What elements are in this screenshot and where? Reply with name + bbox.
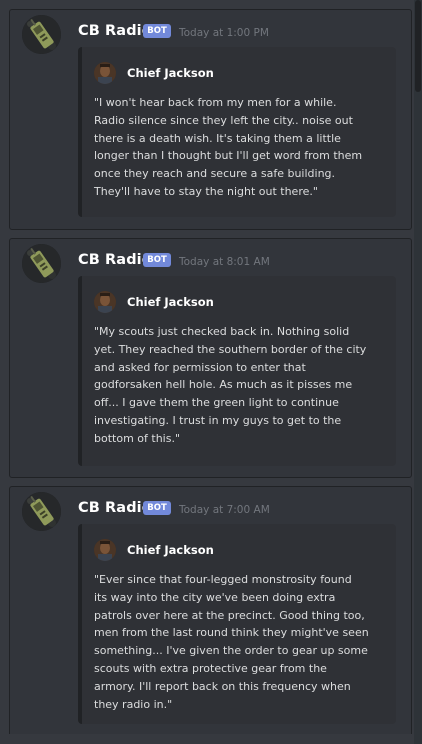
chat-viewport: CB Radio BOT Today at 1:00 PM Chief Jack…	[0, 0, 422, 744]
embed: Chief Jackson "I won't hear back from my…	[78, 47, 396, 217]
embed-description: "My scouts just checked back in. Nothing…	[94, 323, 386, 448]
bot-badge: BOT	[143, 253, 171, 267]
text-line: yet. They reached the southern border of…	[94, 342, 367, 356]
text-line: Radio silence since they left the city..…	[94, 113, 353, 127]
text-line: bottom of this."	[94, 431, 181, 445]
text-line: patrols over here at the precinct. Good …	[94, 608, 365, 622]
bot-badge: BOT	[143, 501, 171, 515]
timestamp: Today at 1:00 PM	[179, 27, 269, 39]
chief-jackson-avatar	[94, 539, 116, 561]
text-line: "My scouts just checked back in. Nothing…	[94, 325, 350, 338]
message-card: CB Radio BOT Today at 7:00 AM Chief Jack…	[9, 486, 412, 740]
bot-badge: BOT	[143, 24, 171, 38]
embed-author[interactable]: Chief Jackson	[127, 66, 214, 80]
text-line: there is a death wish. It's taking them …	[94, 131, 341, 145]
chief-jackson-avatar	[94, 291, 116, 313]
embed-author[interactable]: Chief Jackson	[127, 543, 214, 557]
text-line: longer than I thought but I'll get word …	[94, 149, 363, 163]
chief-jackson-avatar	[94, 62, 116, 84]
radio-icon	[22, 15, 61, 54]
embed: Chief Jackson "Ever since that four-legg…	[78, 524, 396, 724]
text-line: investigating. I trust in my guys to get…	[94, 413, 342, 427]
message-card: CB Radio BOT Today at 1:00 PM Chief Jack…	[9, 9, 412, 230]
embed-description: "I won't hear back from my men for a whi…	[94, 94, 386, 201]
text-line: "I won't hear back from my men for a whi…	[94, 96, 337, 109]
text-line: godforsaken hell hole. As much as it pis…	[94, 378, 353, 392]
radio-icon	[22, 492, 61, 531]
embed: Chief Jackson "My scouts just checked ba…	[78, 276, 396, 466]
radio-icon	[22, 244, 61, 283]
text-line: armory. I'll report back on this frequen…	[94, 679, 351, 693]
text-line: scouts with extra protective gear from t…	[94, 661, 327, 675]
username[interactable]: CB Radio	[78, 23, 152, 39]
portrait-icon	[94, 62, 116, 84]
text-line: once they reach and secure a safe buildi…	[94, 167, 336, 181]
text-line: men from the last round think they might…	[94, 626, 369, 640]
cb-radio-avatar[interactable]	[22, 244, 61, 283]
text-line: something... I've given the order to gea…	[94, 644, 368, 658]
username[interactable]: CB Radio	[78, 252, 152, 268]
bottom-edge	[0, 734, 422, 744]
cb-radio-avatar[interactable]	[22, 492, 61, 531]
text-line: They'll have to stay the night out there…	[94, 184, 318, 198]
scrollbar-track[interactable]	[414, 0, 422, 744]
timestamp: Today at 8:01 AM	[179, 256, 270, 268]
timestamp: Today at 7:00 AM	[179, 504, 270, 516]
portrait-icon	[94, 291, 116, 313]
text-line: and asked for permission to enter that	[94, 360, 306, 374]
portrait-icon	[94, 539, 116, 561]
scrollbar-thumb[interactable]	[415, 0, 421, 92]
text-line: off... I gave them the green light to co…	[94, 396, 339, 410]
username[interactable]: CB Radio	[78, 500, 152, 516]
message-card: CB Radio BOT Today at 8:01 AM Chief Jack…	[9, 238, 412, 478]
embed-author[interactable]: Chief Jackson	[127, 295, 214, 309]
text-line: its way into the city we've been doing e…	[94, 590, 336, 604]
cb-radio-avatar[interactable]	[22, 15, 61, 54]
embed-description: "Ever since that four-legged monstrosity…	[94, 571, 386, 713]
text-line: they radio in."	[94, 697, 173, 711]
text-line: "Ever since that four-legged monstrosity…	[94, 573, 352, 586]
